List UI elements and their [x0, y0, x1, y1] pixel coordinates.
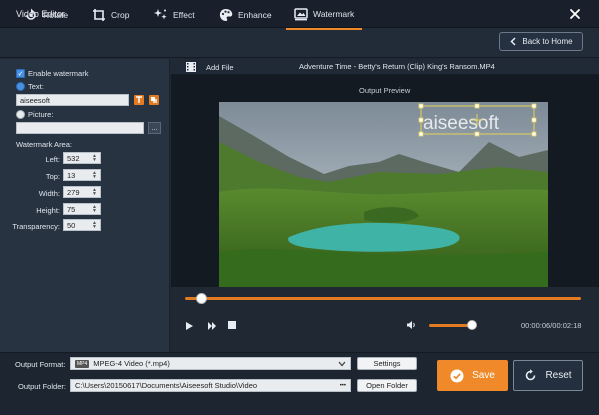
watermark-text-input[interactable]: aiseesoft: [16, 94, 129, 106]
height-value: 75: [67, 204, 76, 214]
left-label: Left:: [45, 155, 60, 164]
tab-label: Crop: [111, 10, 130, 20]
stepper-arrows-icon[interactable]: ▲ ▼: [92, 154, 97, 163]
enable-watermark-label: Enable watermark: [28, 69, 89, 78]
browse-picture-button[interactable]: ...: [148, 122, 161, 134]
play-icon[interactable]: [185, 321, 194, 331]
watermark-area-label: Watermark Area:: [16, 140, 72, 149]
back-label: Back to Home: [522, 37, 573, 46]
picture-option-label: Picture:: [28, 110, 54, 119]
output-folder-input[interactable]: C:\Users\20150617\Documents\Aiseesoft St…: [70, 379, 351, 392]
enable-watermark-row[interactable]: ✓ Enable watermark: [16, 69, 88, 78]
picture-radio[interactable]: [16, 110, 25, 119]
volume-icon[interactable]: [406, 320, 417, 330]
output-folder-value: C:\Users\20150617\Documents\Aiseesoft St…: [75, 381, 258, 390]
width-stepper[interactable]: 279 ▲ ▼: [63, 186, 101, 198]
stepper-arrows-icon[interactable]: ▲ ▼: [92, 188, 97, 197]
stop-icon[interactable]: [228, 321, 236, 329]
reset-label: Reset: [545, 370, 572, 381]
width-label: Width:: [38, 189, 60, 198]
format-icon: MP4: [75, 359, 90, 368]
text-option-label: Text:: [28, 82, 44, 91]
font-button[interactable]: [134, 95, 144, 105]
stepper-arrows-icon[interactable]: ▲ ▼: [92, 171, 97, 180]
tab-enhance[interactable]: Enhance: [219, 0, 272, 30]
tab-label: Watermark: [313, 9, 355, 19]
top-stepper[interactable]: 13 ▲ ▼: [63, 169, 101, 181]
top-value: 13: [67, 170, 76, 180]
watermark-icon: [294, 8, 308, 21]
output-folder-label: Output Folder:: [18, 382, 66, 391]
tab-watermark[interactable]: Watermark: [286, 0, 363, 30]
text-option-row[interactable]: Text:: [16, 82, 44, 91]
enable-watermark-checkbox[interactable]: ✓: [16, 69, 25, 78]
back-to-home-button[interactable]: Back to Home: [499, 32, 583, 51]
progress-bar[interactable]: [185, 297, 581, 300]
color-button[interactable]: [149, 95, 159, 105]
stepper-arrows-icon[interactable]: ▲ ▼: [92, 205, 97, 214]
transparency-label: Transparency:: [12, 222, 60, 231]
color-icon: [151, 97, 157, 103]
height-label: Height:: [36, 206, 60, 215]
left-value: 532: [67, 153, 80, 163]
stepper-arrows-icon[interactable]: ▲ ▼: [92, 221, 97, 230]
tab-label: Effect: [173, 10, 195, 20]
tab-label: Enhance: [238, 10, 272, 20]
text-radio[interactable]: [16, 82, 25, 91]
chevron-down-icon: [338, 361, 346, 366]
file-name: Adventure Time - Betty's Return (Clip) K…: [299, 62, 495, 71]
progress-thumb[interactable]: [195, 293, 207, 304]
reset-icon: [526, 369, 536, 381]
tab-effect[interactable]: Effect: [154, 0, 195, 30]
picture-option-row[interactable]: Picture:: [16, 110, 53, 119]
settings-button[interactable]: Settings: [357, 357, 417, 370]
output-format-label: Output Format:: [15, 360, 66, 369]
film-icon: [186, 62, 196, 72]
playback-time: 00:00:06/00:02:18: [521, 321, 582, 330]
crop-icon: [93, 9, 105, 21]
add-file-button[interactable]: Add File: [185, 61, 234, 73]
enhance-icon: [219, 9, 233, 21]
save-label: Save: [472, 370, 495, 381]
transparency-stepper[interactable]: 50 ▲ ▼: [63, 219, 101, 231]
height-stepper[interactable]: 75 ▲ ▼: [63, 203, 101, 215]
tab-label: Rotate: [43, 10, 69, 20]
add-file-label: Add File: [206, 62, 234, 72]
close-icon[interactable]: [567, 6, 583, 22]
open-folder-button[interactable]: Open Folder: [357, 379, 417, 392]
top-label: Top:: [45, 172, 60, 181]
output-format-value: MPEG-4 Video (*.mp4): [93, 359, 170, 368]
save-button[interactable]: Save: [437, 360, 508, 391]
rotate-icon: [26, 8, 36, 20]
browse-folder-button[interactable]: •••: [340, 383, 346, 389]
output-format-select[interactable]: MP4 MPEG-4 Video (*.mp4): [70, 357, 351, 370]
fast-forward-icon[interactable]: [207, 321, 217, 331]
left-stepper[interactable]: 532 ▲ ▼: [63, 152, 101, 164]
font-icon: [136, 96, 142, 103]
tab-rotate[interactable]: Rotate: [24, 0, 68, 30]
back-icon: [510, 37, 516, 46]
transparency-value: 50: [67, 220, 76, 230]
output-preview-label: Output Preview: [359, 86, 411, 95]
tab-crop[interactable]: Crop: [92, 0, 129, 30]
width-value: 279: [67, 187, 80, 197]
picture-path-input[interactable]: [16, 122, 144, 134]
watermark-overlay-text: aiseesoft: [423, 113, 500, 134]
effect-icon: [154, 9, 167, 20]
reset-button[interactable]: Reset: [513, 360, 583, 391]
check-circle-icon: [450, 369, 464, 382]
video-preview: aiseesoft: [219, 102, 548, 288]
